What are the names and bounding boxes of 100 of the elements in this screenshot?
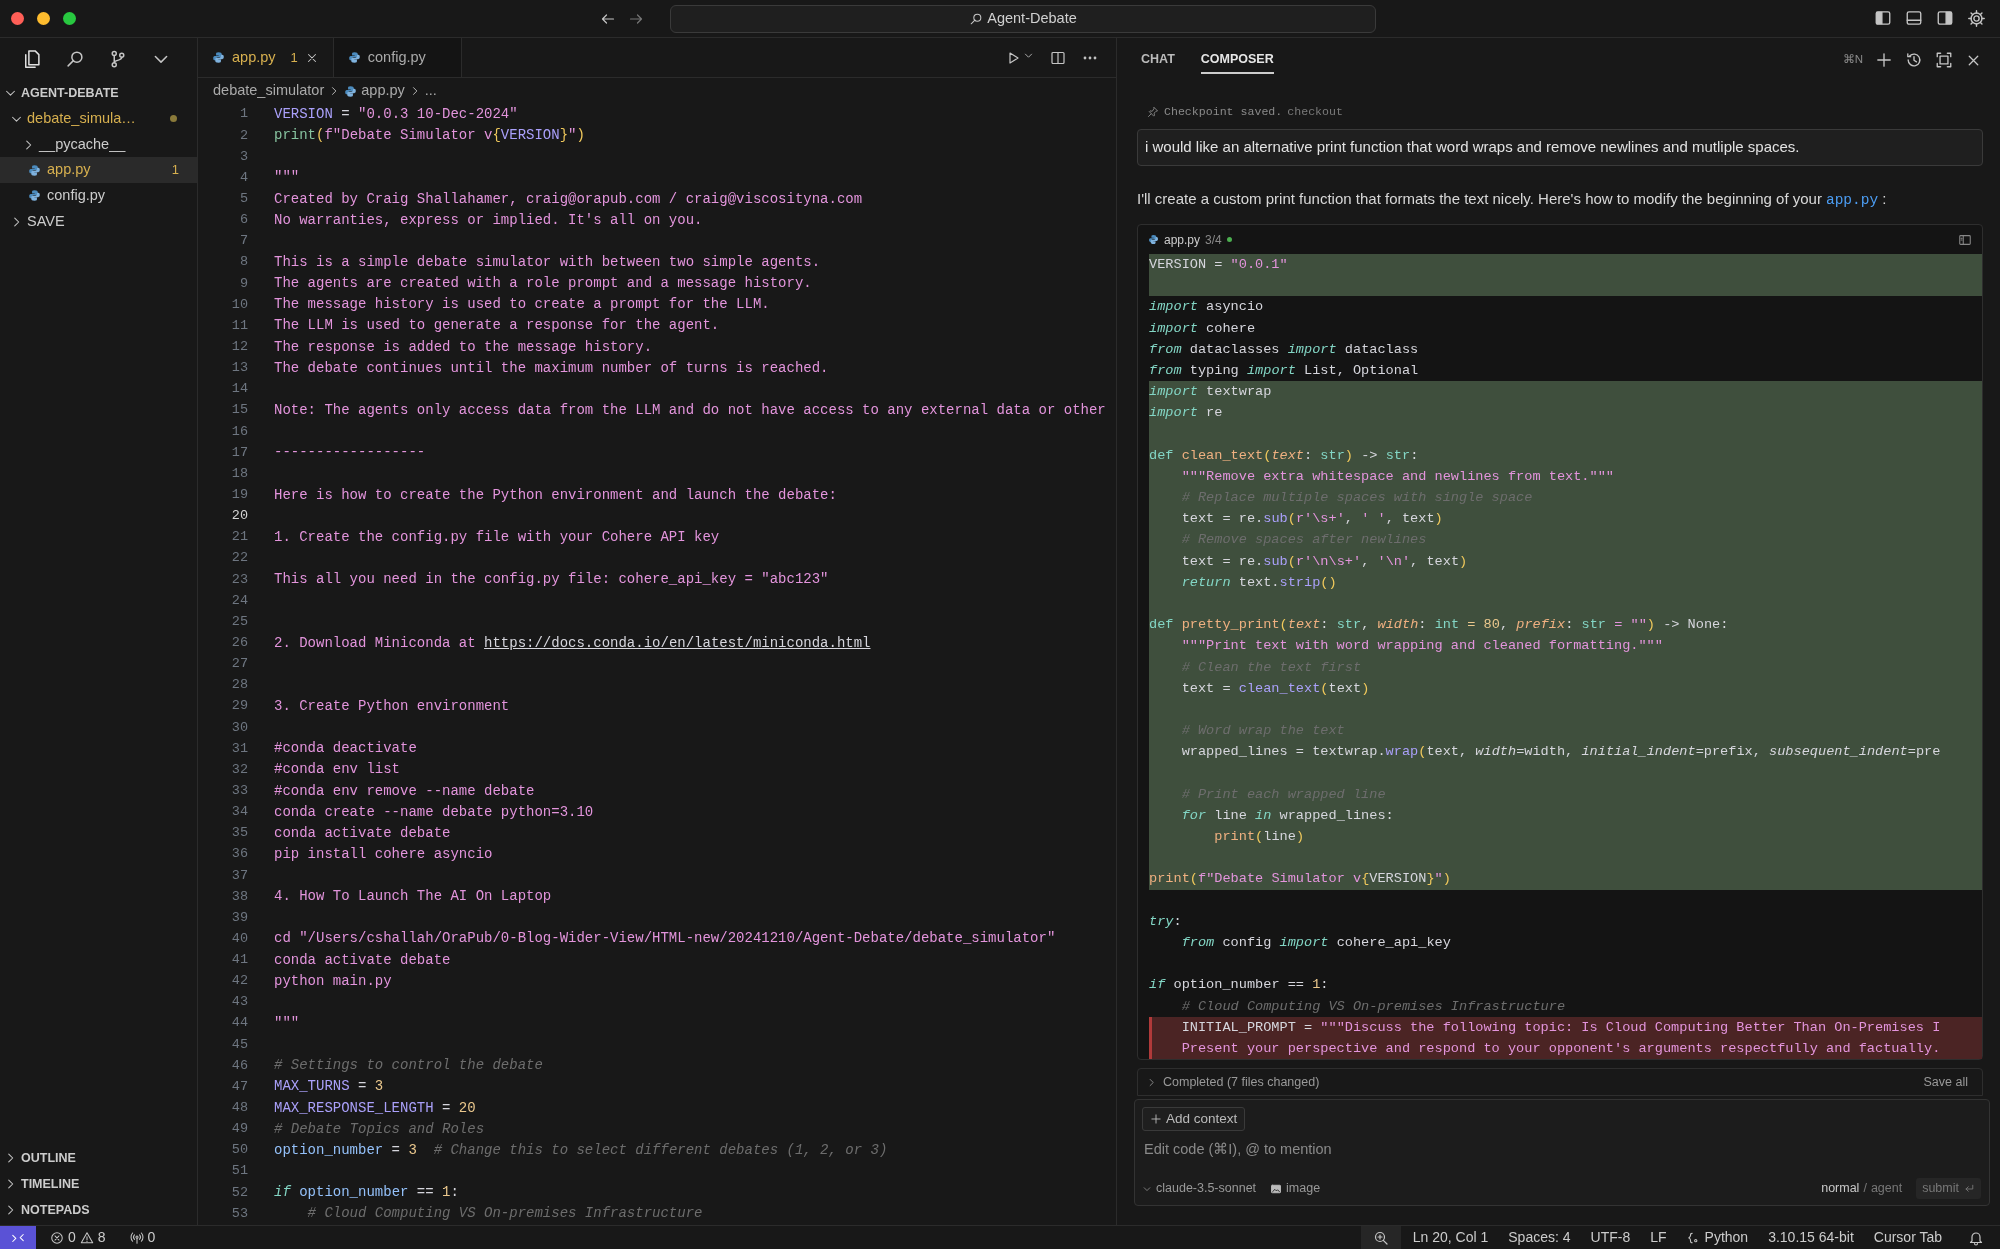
model-selector[interactable]: claude-3.5-sonnet bbox=[1142, 1179, 1257, 1199]
code-line: Present your perspective and respond to your opponent's arguments respectfully and factually. bbox=[1180, 1039, 1942, 1058]
breadcrumb-item[interactable]: debate_simulator bbox=[213, 80, 325, 102]
history-icon[interactable] bbox=[1905, 51, 1923, 69]
folder-item[interactable]: __pycache__ bbox=[0, 131, 197, 158]
code-line: INITIAL_PROMPT = """Discuss the following topic: Is Cloud Computing Better Than On-Premises I bbox=[1180, 1018, 1942, 1037]
code-line: if option_number == 1: bbox=[1149, 976, 1330, 995]
folder-item[interactable]: debate_simula… bbox=[0, 106, 197, 132]
prompt-input-field[interactable]: Edit code (⌘I), @ to mention bbox=[1142, 1139, 1981, 1162]
files-icon[interactable] bbox=[22, 49, 42, 69]
checkout-link[interactable]: checkout bbox=[1287, 103, 1343, 121]
problems-button[interactable]: 0 8 bbox=[42, 1225, 114, 1249]
status-item[interactable]: UTF-8 bbox=[1582, 1225, 1639, 1249]
add-context-button[interactable]: Add context bbox=[1142, 1107, 1246, 1132]
editor-tab[interactable]: config.py bbox=[333, 38, 462, 77]
code-line: """ bbox=[274, 1014, 300, 1034]
status-item[interactable]: Spaces: 4 bbox=[1500, 1225, 1579, 1249]
code-line: #conda env remove --name debate bbox=[274, 781, 535, 801]
code-line: option_number = 3 # Change this to select different debates (1, 2, or 3) bbox=[274, 1140, 888, 1160]
url-link[interactable]: https://docs.conda.io/en/latest/miniconda.html bbox=[484, 634, 871, 651]
code-line: No warranties, express or implied. It's all on you. bbox=[274, 210, 703, 230]
remote-button[interactable] bbox=[0, 1225, 36, 1249]
mode-option[interactable]: agent bbox=[1870, 1179, 1903, 1199]
status-item[interactable]: Python bbox=[1678, 1225, 1757, 1249]
line-number: 42 bbox=[230, 972, 248, 991]
file-type-icon bbox=[28, 163, 41, 177]
image-icon bbox=[1270, 1182, 1283, 1195]
line-number: 15 bbox=[230, 401, 248, 420]
file-item[interactable]: app.py 1 bbox=[0, 157, 197, 184]
code-line: def clean_text(text: str) -> str: bbox=[1149, 446, 1420, 465]
minimize-window-button[interactable] bbox=[37, 12, 50, 25]
line-number: 30 bbox=[230, 718, 248, 737]
code-line: This all you need in the config.py file: cohere_api_key = "abc123" bbox=[274, 570, 829, 590]
plus-icon bbox=[1150, 1113, 1162, 1126]
changes-summary-toggle[interactable]: Completed (7 files changed) bbox=[1146, 1072, 1320, 1092]
panel-header[interactable]: NOTEPADS bbox=[0, 1197, 197, 1223]
code-line: Note: The agents only access data from the LLM and do not have access to any external data or other bbox=[274, 400, 1106, 420]
panel-header[interactable]: TIMELINE bbox=[0, 1171, 197, 1197]
bottom-panel-toggle-icon[interactable] bbox=[1905, 9, 1923, 27]
breadcrumb-item[interactable]: ... bbox=[424, 80, 437, 102]
change-count: 3/4 bbox=[1205, 231, 1222, 249]
status-item[interactable]: Cursor Tab bbox=[1865, 1225, 1950, 1249]
split-editor-icon[interactable] bbox=[1050, 49, 1066, 66]
zoom-icon bbox=[1372, 1229, 1389, 1246]
right-sidebar-toggle-icon[interactable] bbox=[1936, 9, 1954, 27]
file-link[interactable]: app.py bbox=[1825, 192, 1879, 208]
close-window-button[interactable] bbox=[11, 12, 24, 25]
ports-button[interactable]: 0 bbox=[121, 1225, 164, 1249]
maximize-icon[interactable] bbox=[1935, 51, 1953, 69]
search-icon[interactable] bbox=[65, 49, 85, 69]
line-number: 38 bbox=[230, 887, 248, 906]
panel-icon[interactable] bbox=[1958, 232, 1972, 247]
line-number: 7 bbox=[238, 232, 248, 251]
zoom-button[interactable] bbox=[1360, 1225, 1401, 1249]
panel-tab[interactable]: CHAT bbox=[1141, 45, 1175, 75]
pin-icon bbox=[1147, 106, 1159, 118]
code-line: Here is how to create the Python environment and launch the debate: bbox=[274, 485, 837, 505]
code-line: conda activate debate bbox=[274, 823, 451, 843]
status-item[interactable]: Ln 20, Col 1 bbox=[1404, 1225, 1497, 1249]
line-number: 44 bbox=[230, 1014, 248, 1033]
file-item[interactable]: config.py bbox=[0, 183, 197, 209]
line-number: 11 bbox=[230, 316, 248, 335]
line-number: 31 bbox=[230, 739, 248, 758]
mode-option[interactable]: normal bbox=[1821, 1179, 1860, 1199]
line-number: 23 bbox=[230, 570, 248, 589]
file-type-icon bbox=[28, 189, 41, 203]
status-item[interactable]: LF bbox=[1642, 1225, 1675, 1249]
line-number: 36 bbox=[230, 845, 248, 864]
code-line: MAX_TURNS = 3 bbox=[274, 1077, 384, 1097]
status-item[interactable]: 3.10.15 64-bit bbox=[1760, 1225, 1862, 1249]
panel-header[interactable]: OUTLINE bbox=[0, 1145, 197, 1171]
line-number: 21 bbox=[230, 528, 248, 547]
line-number: 24 bbox=[230, 591, 248, 610]
line-number: 25 bbox=[230, 612, 248, 631]
folder-item[interactable]: SAVE bbox=[0, 208, 197, 235]
save-all-button[interactable]: Save all bbox=[1923, 1072, 1968, 1092]
line-number: 51 bbox=[230, 1162, 248, 1181]
left-sidebar-toggle-icon[interactable] bbox=[1874, 9, 1892, 27]
line-number: 28 bbox=[230, 676, 248, 695]
bell-icon bbox=[1968, 1229, 1984, 1246]
code-line: from config import cohere_api_key bbox=[1180, 934, 1452, 952]
line-number: 34 bbox=[230, 803, 248, 822]
code-line: pip install cohere asyncio bbox=[274, 844, 493, 864]
plus-icon[interactable] bbox=[1875, 51, 1893, 69]
image-button[interactable]: image bbox=[1270, 1179, 1321, 1199]
line-number: 26 bbox=[230, 633, 248, 652]
line-number: 52 bbox=[230, 1183, 248, 1202]
code-line: import textwrap bbox=[1149, 383, 1273, 402]
line-number: 2 bbox=[238, 126, 248, 145]
settings-icon[interactable] bbox=[1967, 9, 1986, 28]
code-line: for line in wrapped_lines: bbox=[1180, 806, 1395, 825]
zoom-window-button[interactable] bbox=[63, 12, 76, 25]
explorer-header[interactable]: AGENT-DEBATE bbox=[0, 80, 197, 106]
search-field[interactable]: Agent-Debate bbox=[670, 4, 1376, 33]
code-line: text = re.sub(r'\n\s+', '\n', text) bbox=[1180, 552, 1469, 571]
panel-tab[interactable]: COMPOSER bbox=[1200, 45, 1274, 75]
status-dot bbox=[1226, 237, 1232, 242]
code-line: print(f"Debate Simulator v{VERSION}") bbox=[274, 126, 585, 146]
line-number: 53 bbox=[230, 1204, 248, 1223]
breadcrumb-item[interactable]: app.py bbox=[361, 80, 405, 102]
